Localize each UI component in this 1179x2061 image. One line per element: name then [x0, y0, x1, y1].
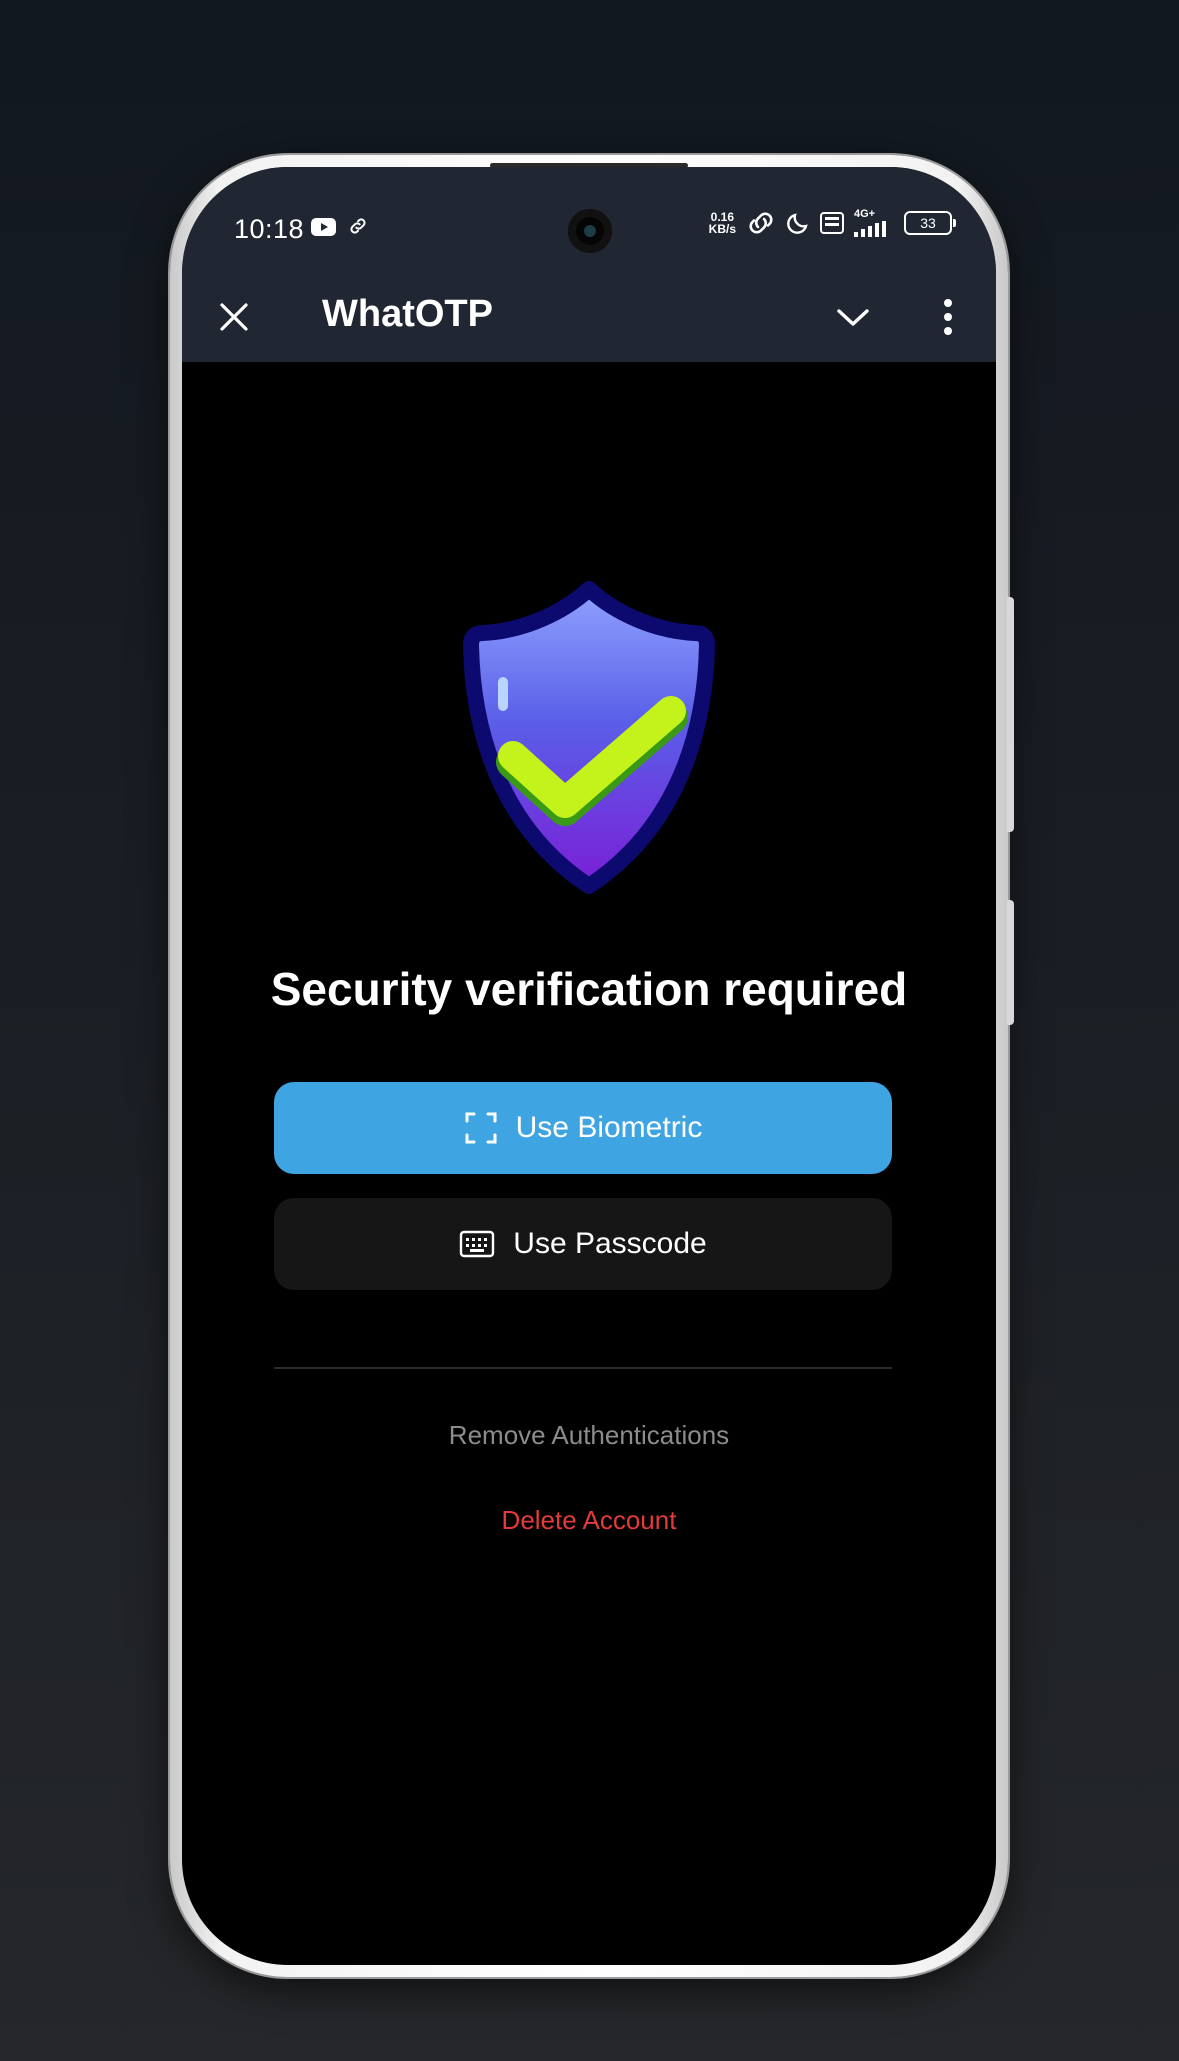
signal-group: 4G+	[854, 209, 894, 237]
volte-icon	[820, 212, 844, 234]
battery-icon: 33	[904, 211, 956, 235]
net-speed-unit: KB/s	[708, 222, 736, 236]
youtube-icon	[311, 218, 336, 236]
status-bar: 10:18 0.16 KB/s 4G+ 33	[182, 167, 996, 273]
shield-check-icon	[463, 581, 715, 894]
hotspot-link-icon	[749, 212, 773, 234]
volume-button	[1007, 597, 1014, 832]
more-vert-icon[interactable]	[936, 295, 960, 339]
net-speed: 0.16 KB/s	[709, 211, 736, 235]
signal-icon	[854, 221, 886, 237]
close-icon[interactable]	[216, 299, 252, 335]
phone-frame: 10:18 0.16 KB/s 4G+ 33 WhatOTP Security …	[170, 155, 1014, 1977]
power-button	[1007, 900, 1014, 1025]
page-title: Security verification required	[270, 963, 908, 1015]
app-title: WhatOTP	[322, 293, 493, 335]
use-passcode-button[interactable]: Use Passcode	[274, 1198, 892, 1290]
app-bar: WhatOTP	[182, 273, 996, 362]
link-icon	[350, 218, 366, 234]
front-camera	[568, 209, 612, 253]
status-icons: 0.16 KB/s 4G+ 33	[709, 203, 956, 243]
divider	[274, 1367, 892, 1369]
use-biometric-button[interactable]: Use Biometric	[274, 1082, 892, 1174]
status-time: 10:18	[234, 214, 305, 244]
remove-authentications-link[interactable]: Remove Authentications	[182, 1420, 996, 1451]
keyboard-icon	[460, 1230, 495, 1258]
delete-account-link[interactable]: Delete Account	[182, 1505, 996, 1536]
phone-screen: 10:18 0.16 KB/s 4G+ 33 WhatOTP Security …	[182, 167, 996, 1965]
moon-icon	[787, 213, 808, 234]
use-biometric-label: Use Biometric	[515, 1111, 703, 1144]
face-scan-icon	[465, 1112, 497, 1144]
use-passcode-label: Use Passcode	[513, 1227, 707, 1260]
chevron-down-icon[interactable]	[833, 299, 873, 335]
network-type: 4G+	[854, 208, 876, 220]
